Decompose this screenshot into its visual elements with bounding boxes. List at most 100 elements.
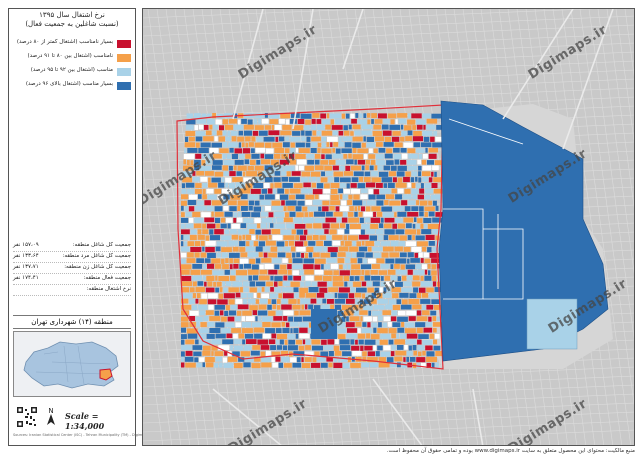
census-block (352, 136, 363, 142)
census-block (212, 130, 217, 136)
census-block (368, 194, 376, 200)
census-block (366, 281, 372, 287)
census-block (220, 235, 231, 241)
census-block (276, 217, 284, 223)
census-block (299, 333, 310, 339)
census-block (239, 264, 244, 269)
census-block (419, 287, 426, 293)
census-block (405, 171, 411, 177)
census-block (355, 113, 359, 118)
census-block (274, 264, 280, 270)
census-block (227, 316, 235, 322)
census-block (316, 177, 320, 183)
census-block (237, 217, 243, 223)
census-block (364, 171, 371, 177)
census-block (295, 235, 300, 241)
legend-label-very-good: بسیار مناسب (اشتغال بالای ۹۶ درصد) (25, 81, 113, 87)
census-block (221, 177, 225, 182)
census-block (181, 212, 185, 217)
census-block (398, 310, 406, 316)
census-block (431, 171, 434, 177)
census-block (192, 211, 201, 217)
census-block (340, 119, 351, 125)
census-block (254, 142, 265, 148)
census-block (322, 275, 332, 281)
census-block (204, 171, 214, 176)
census-block (348, 217, 360, 223)
census-block (361, 240, 365, 246)
census-block (412, 223, 416, 229)
census-block (321, 130, 333, 136)
census-block (392, 322, 401, 327)
census-block (306, 235, 312, 241)
census-block (276, 345, 283, 350)
stat-value: ۱۵۷،۰۹ نفر (13, 242, 39, 248)
census-block (195, 183, 202, 188)
census-block (418, 165, 422, 171)
census-block (312, 200, 322, 205)
census-block (325, 211, 333, 217)
census-block (292, 131, 301, 136)
census-block (199, 299, 207, 305)
census-block (433, 177, 442, 183)
census-block (322, 142, 326, 148)
legend-label-poor: نامناسب (اشتغال بین ۸۰ تا ۹۱ درصد) (27, 53, 114, 59)
census-block (305, 119, 311, 125)
census-block (299, 310, 311, 316)
census-block (420, 258, 424, 263)
census-block (310, 171, 321, 177)
census-block (197, 229, 202, 235)
census-block (301, 304, 304, 310)
census-block (221, 247, 232, 252)
census-block (272, 304, 277, 310)
census-block (241, 142, 245, 148)
census-block (250, 148, 255, 154)
census-block (214, 351, 224, 356)
census-block (392, 131, 401, 136)
census-block (381, 276, 384, 281)
census-block (275, 136, 279, 142)
census-block (317, 281, 327, 287)
census-block (338, 188, 343, 194)
census-block (206, 188, 214, 194)
census-block (219, 125, 224, 131)
census-block (223, 287, 228, 293)
scale-area: N Scale = 1:34,000 Sources: Iranian Stat… (13, 401, 152, 441)
census-block (394, 212, 397, 218)
census-block (293, 183, 303, 188)
census-block (248, 200, 255, 206)
census-block (320, 351, 328, 357)
census-block (381, 124, 389, 130)
census-block (264, 154, 274, 159)
census-block (216, 223, 220, 229)
census-block (412, 281, 421, 287)
census-block (229, 252, 240, 258)
census-block (188, 206, 195, 212)
census-block (421, 229, 432, 235)
census-block (319, 194, 330, 200)
census-block (290, 357, 297, 363)
census-block (333, 362, 343, 368)
census-block (417, 363, 421, 368)
census-block (271, 322, 281, 328)
census-block (399, 235, 407, 241)
census-block (275, 194, 280, 200)
census-block (270, 345, 277, 350)
census-block (412, 235, 415, 240)
census-block (395, 194, 403, 200)
census-block (380, 333, 391, 339)
census-block (411, 188, 419, 194)
census-block (352, 142, 361, 148)
census-block (328, 287, 338, 292)
census-block (420, 183, 424, 189)
census-block (312, 130, 317, 136)
census-block (269, 293, 278, 299)
census-block (401, 287, 413, 293)
census-block (253, 119, 258, 124)
legend-swatch-poor (117, 54, 131, 62)
census-block (380, 188, 391, 194)
census-block (432, 200, 437, 206)
census-block (219, 287, 223, 293)
census-block (231, 136, 237, 142)
census-block (252, 345, 260, 350)
